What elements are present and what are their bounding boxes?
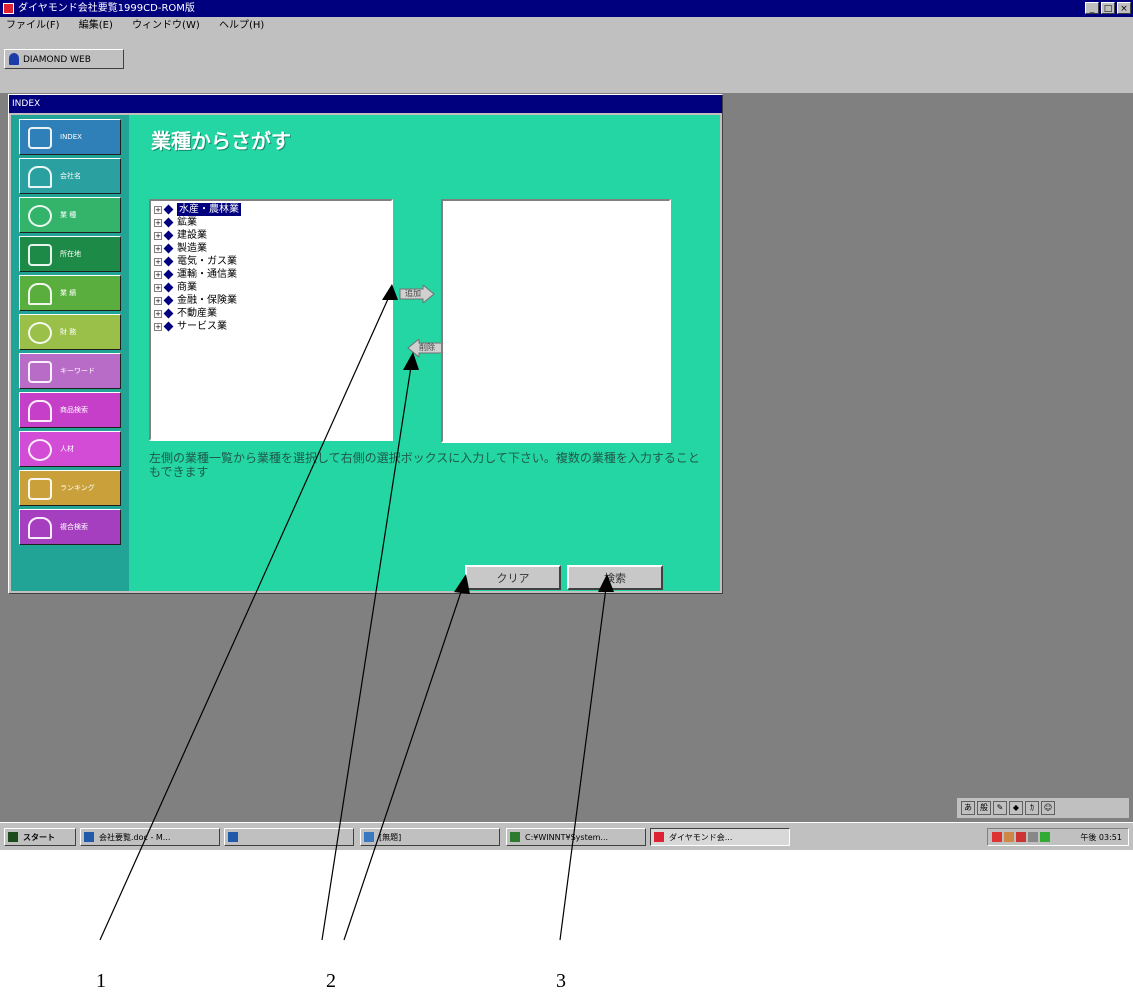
arrowhead-2b bbox=[454, 574, 470, 594]
callout-line-1 bbox=[99, 289, 393, 941]
arrowhead-2a bbox=[403, 352, 419, 370]
callout-number-3: 3 bbox=[556, 970, 566, 992]
callout-line-3 bbox=[559, 579, 608, 941]
callout-lines bbox=[99, 284, 614, 941]
arrowhead-3 bbox=[598, 574, 614, 592]
callout-number-2: 2 bbox=[326, 970, 336, 992]
callout-number-1: 1 bbox=[96, 970, 106, 992]
callout-line-2a bbox=[321, 359, 413, 941]
callout-line-2b bbox=[343, 579, 466, 941]
arrowhead-1 bbox=[382, 284, 398, 300]
